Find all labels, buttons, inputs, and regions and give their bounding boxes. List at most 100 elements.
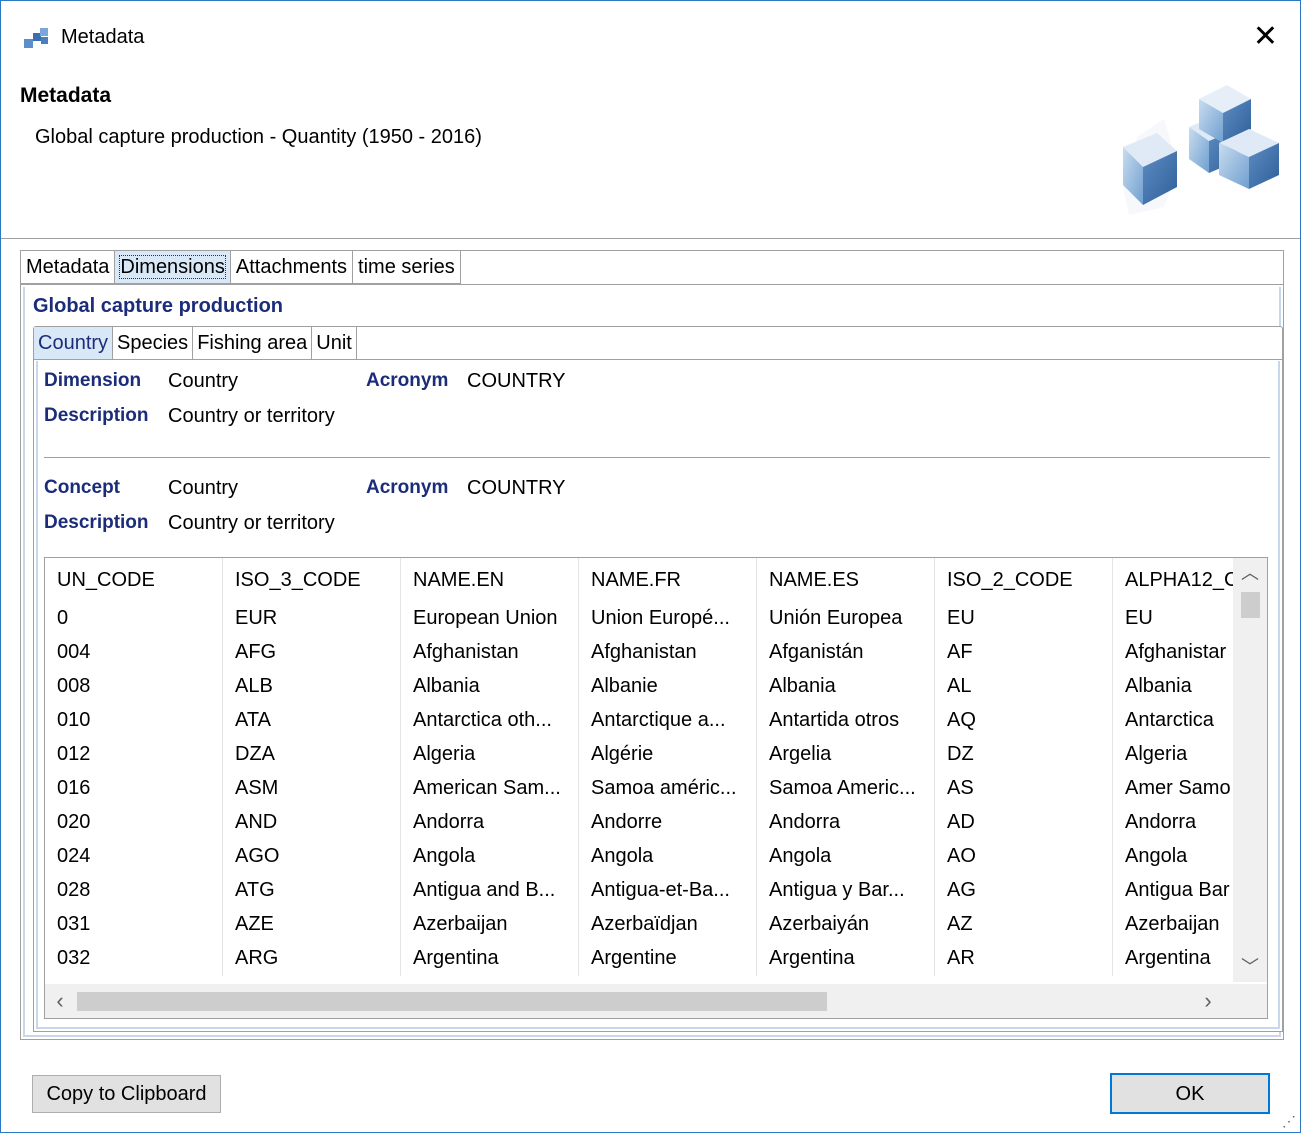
table-cell: 0 xyxy=(45,602,223,636)
table-cell: Antarctica xyxy=(1125,709,1214,731)
table-cell: ASM xyxy=(223,772,401,806)
table-cell: Azerbaiyán xyxy=(757,908,935,942)
vertical-scrollbar[interactable]: ︿ ﹀ xyxy=(1233,558,1267,982)
column-header[interactable]: ISO_3_CODE xyxy=(223,558,401,602)
scrollbar-corner xyxy=(1233,984,1267,1018)
table-cell: Afghanistan xyxy=(401,636,579,670)
table-cell: Antigua-et-Ba... xyxy=(579,874,757,908)
table-cell: Angola xyxy=(1125,845,1188,867)
page-subtitle: Global capture production - Quantity (19… xyxy=(35,126,482,148)
scroll-right-icon[interactable]: › xyxy=(1193,984,1223,1018)
country-content: Dimension Country Acronym COUNTRY Descri… xyxy=(36,361,1280,1029)
subtab-border xyxy=(34,359,1282,360)
table-cell: Samoa Americ... xyxy=(757,772,935,806)
table-cell: Andorre xyxy=(579,806,757,840)
table-cell: Antarctica oth... xyxy=(401,704,579,738)
tab-strip-border xyxy=(21,284,1283,285)
horizontal-scrollbar[interactable]: ‹ › xyxy=(45,984,1233,1018)
table-row[interactable]: 031 AZE Azerbaijan Azerbaïdjan Azerbaiyán AZ A… xyxy=(45,908,1233,942)
table-cell: DZA xyxy=(223,738,401,772)
codelist-table[interactable]: UN_CODE ISO_3_CODE NAME.EN NAME.FR NAME.… xyxy=(44,557,1268,1019)
table-cell: Argentina xyxy=(1125,947,1211,969)
description-label: Description xyxy=(44,405,149,426)
table-row[interactable]: 008 ALB Albania Albanie Albania AL Albania xyxy=(45,670,1233,704)
tab-dimensions[interactable]: Dimensions xyxy=(115,251,231,284)
concept-description-label: Description xyxy=(44,512,149,533)
scroll-up-icon[interactable]: ︿ xyxy=(1233,558,1267,588)
table-cell: Argelia xyxy=(757,738,935,772)
tab-label: time series xyxy=(358,256,455,278)
tab-attachments[interactable]: Attachments xyxy=(230,251,354,284)
tab-metadata[interactable]: Metadata xyxy=(21,251,116,284)
table-cell: 008 xyxy=(45,670,223,704)
table-cell: Albania xyxy=(1125,675,1192,697)
close-icon[interactable]: ✕ xyxy=(1253,19,1278,55)
table-cell: Union Europé... xyxy=(579,602,757,636)
section-divider xyxy=(44,457,1270,458)
table-cell: ALB xyxy=(223,670,401,704)
column-header[interactable]: NAME.FR xyxy=(579,558,757,602)
tab-label: Metadata xyxy=(26,256,110,278)
table-cell: 024 xyxy=(45,840,223,874)
table-row[interactable]: 010 ATA Antarctica oth... Antarctique a... A… xyxy=(45,704,1233,738)
table-cell: Azerbaïdjan xyxy=(579,908,757,942)
column-header[interactable]: ISO_2_CODE xyxy=(935,558,1113,602)
table-cell: AG xyxy=(935,874,1113,908)
table-cell: AR xyxy=(935,942,1113,976)
column-header[interactable]: ALPHA12_C xyxy=(1113,558,1233,602)
table-row[interactable]: 024 AGO Angola Angola Angola AO Angola xyxy=(45,840,1233,874)
table-cell: 032 xyxy=(45,942,223,976)
table-row[interactable]: 028 ATG Antigua and B... Antigua-et-Ba... An… xyxy=(45,874,1233,908)
table-row[interactable]: 016 ASM American Sam... Samoa améric... Samo… xyxy=(45,772,1233,806)
concept-description-value: Country or territory xyxy=(168,512,335,534)
subtab-species[interactable]: Species xyxy=(113,327,194,360)
table-row[interactable]: 0 EUR European Union Union Europé... Unión E… xyxy=(45,602,1233,636)
table-cell: 020 xyxy=(45,806,223,840)
subtab-fishing-area[interactable]: Fishing area xyxy=(193,327,313,360)
table-row[interactable]: 020 AND Andorra Andorre Andorra AD Andorra xyxy=(45,806,1233,840)
column-header[interactable]: UN_CODE xyxy=(45,558,223,602)
table-header: UN_CODE ISO_3_CODE NAME.EN NAME.FR NAME.… xyxy=(45,558,1233,602)
table-cell: Angola xyxy=(579,840,757,874)
table-cell: Antartida otros xyxy=(757,704,935,738)
table-cell: Afghanistar xyxy=(1125,641,1227,663)
scroll-left-icon[interactable]: ‹ xyxy=(45,984,75,1018)
table-cell: Algérie xyxy=(579,738,757,772)
table-cell: European Union xyxy=(401,602,579,636)
column-header[interactable]: NAME.EN xyxy=(401,558,579,602)
dimension-value: Country xyxy=(168,370,239,392)
table-cell: Unión Europea xyxy=(757,602,935,636)
window-title: Metadata xyxy=(61,26,145,48)
table-cell: AFG xyxy=(223,636,401,670)
table-cell: AND xyxy=(223,806,401,840)
table-cell: EU xyxy=(1125,607,1153,629)
table-row[interactable]: 032 ARG Argentina Argentine Argentina AR Argen… xyxy=(45,942,1233,976)
table-row[interactable]: 012 DZA Algeria Algérie Argelia DZ Algeria xyxy=(45,738,1233,772)
copy-to-clipboard-button[interactable]: Copy to Clipboard xyxy=(32,1075,221,1113)
table-cell: 012 xyxy=(45,738,223,772)
table-cell: 016 xyxy=(45,772,223,806)
ok-button[interactable]: OK xyxy=(1110,1073,1270,1114)
table-cell: 010 xyxy=(45,704,223,738)
concept-value: Country xyxy=(168,477,239,499)
tab-time-series[interactable]: time series xyxy=(353,251,461,284)
table-cell: EUR xyxy=(223,602,401,636)
horizontal-scroll-thumb[interactable] xyxy=(77,992,827,1011)
concept-acronym-label: Acronym xyxy=(366,477,449,498)
column-header[interactable]: NAME.ES xyxy=(757,558,935,602)
table-cell: Azerbaijan xyxy=(1125,913,1220,935)
subtab-country[interactable]: Country xyxy=(34,327,114,360)
table-cell: Antarctique a... xyxy=(579,704,757,738)
table-body: 0 EUR European Union Union Europé... Unión E… xyxy=(45,602,1233,976)
tab-label: Attachments xyxy=(235,256,348,278)
dimensions-tab-content: Global capture production Country Specie… xyxy=(23,287,1283,1037)
table-cell: Albania xyxy=(401,670,579,704)
table-cell: Azerbaijan xyxy=(401,908,579,942)
vertical-scroll-thumb[interactable] xyxy=(1241,592,1260,618)
resize-grip-icon[interactable]: ⋰ xyxy=(1282,1113,1296,1130)
dimension-subpanel: Country Species Fishing area Unit Dimens… xyxy=(33,326,1283,1032)
table-row[interactable]: 004 AFG Afghanistan Afghanistan Afganistán AF… xyxy=(45,636,1233,670)
scroll-down-icon[interactable]: ﹀ xyxy=(1233,952,1267,982)
table-cell: Antigua and B... xyxy=(401,874,579,908)
subtab-unit[interactable]: Unit xyxy=(312,327,357,360)
